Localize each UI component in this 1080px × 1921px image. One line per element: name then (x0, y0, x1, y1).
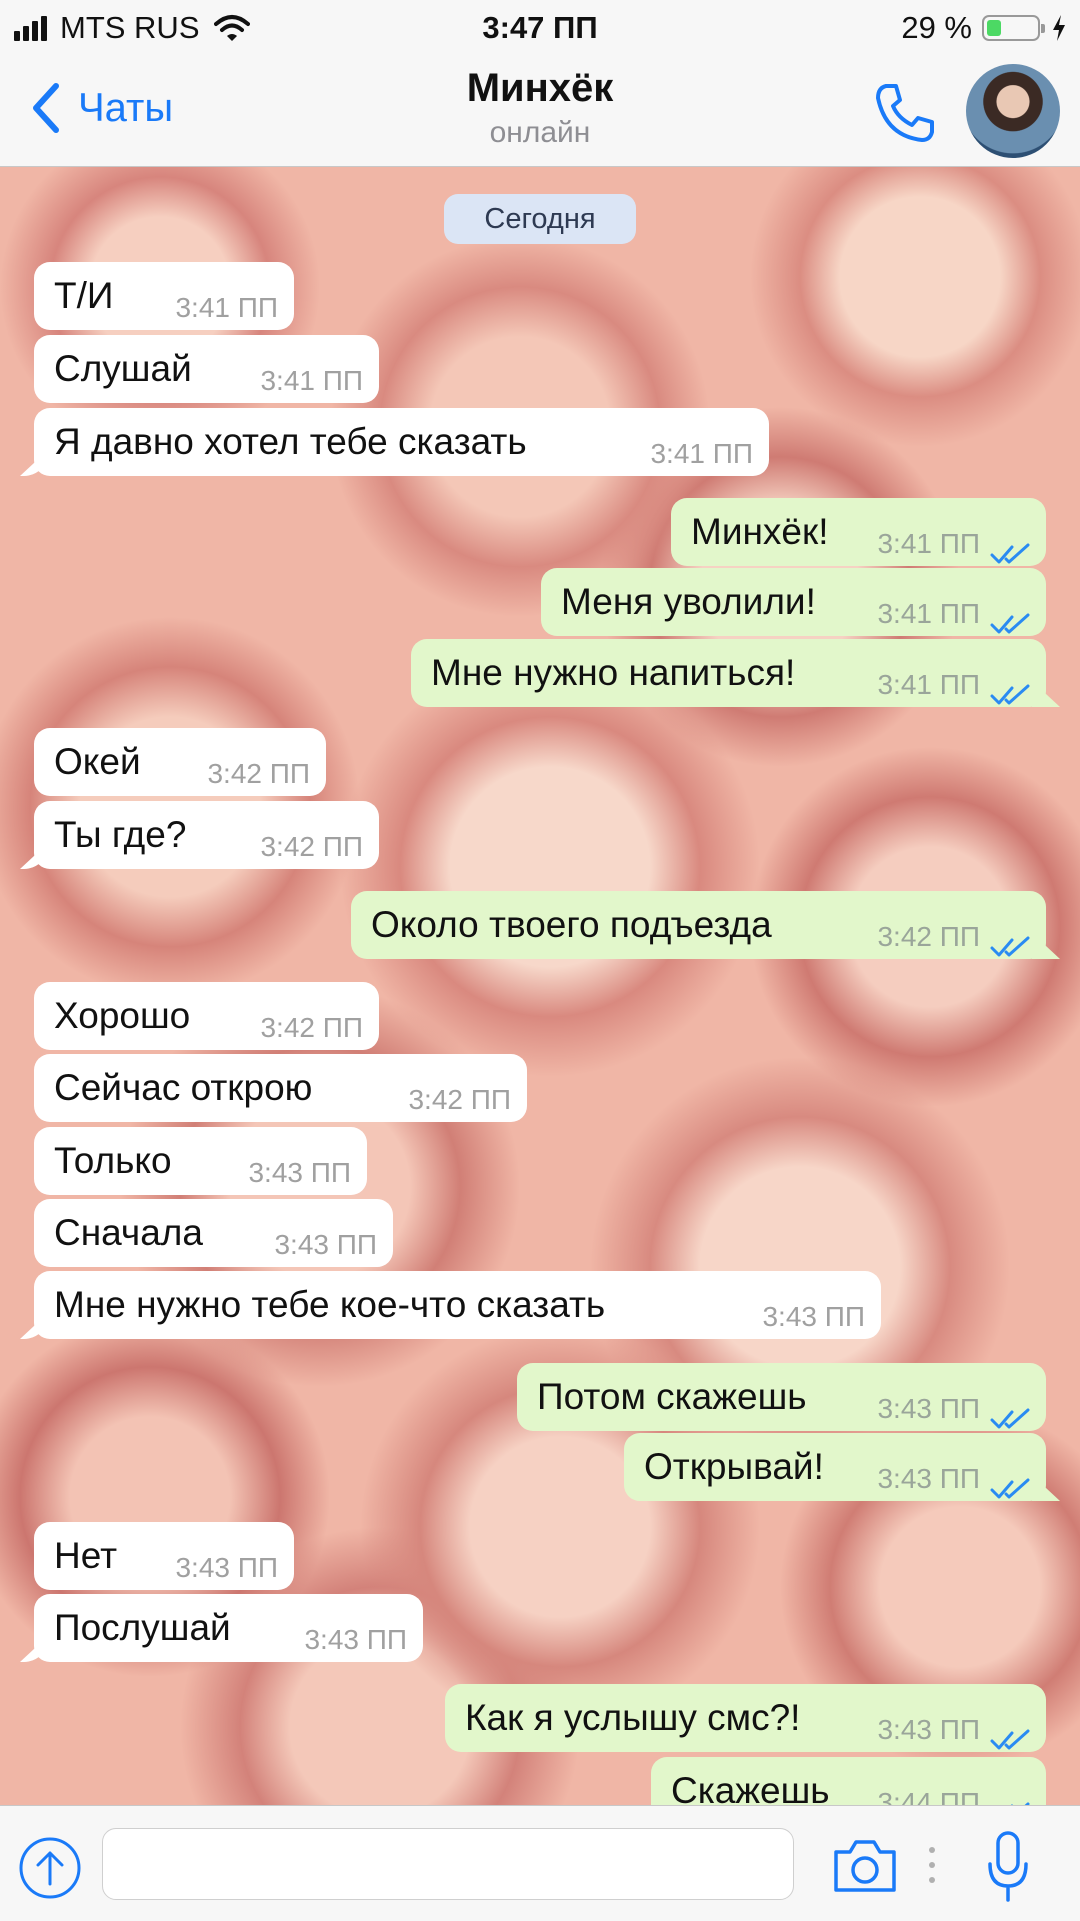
incoming-message[interactable]: Только 3:43 ПП (34, 1127, 367, 1195)
double-check-icon (990, 602, 1030, 634)
message-text: Меня уволили! (561, 581, 816, 622)
message-text: Сейчас открою (54, 1067, 313, 1108)
incoming-message[interactable]: Послушай 3:43 ПП (34, 1594, 423, 1662)
message-text: Минхёк! (691, 511, 829, 552)
message-time: 3:42 ПП (207, 758, 310, 789)
incoming-message[interactable]: Окей 3:42 ПП (34, 728, 326, 796)
double-check-icon (990, 673, 1030, 705)
outgoing-message[interactable]: Меня уволили! 3:41 ПП (541, 568, 1046, 636)
incoming-message[interactable]: Сейчас открою 3:42 ПП (34, 1054, 527, 1122)
message-text: Как я услышу смс?! (465, 1697, 801, 1738)
message-time: 3:41 ПП (650, 438, 753, 469)
message-time: 3:41 ПП (877, 669, 980, 700)
message-time: 3:43 ПП (175, 1552, 278, 1583)
incoming-message[interactable]: Слушай 3:41 ПП (34, 335, 379, 403)
message-time: 3:43 ПП (877, 1463, 980, 1494)
message-time: 3:42 ПП (260, 1012, 363, 1043)
incoming-message[interactable]: Т/И 3:41 ПП (34, 262, 294, 330)
message-time: 3:42 ПП (408, 1084, 511, 1115)
phone-icon[interactable] (872, 80, 938, 146)
message-text: Мне нужно тебе кое-что сказать (54, 1284, 606, 1325)
upload-arrow-icon[interactable] (18, 1836, 82, 1900)
message-text: Нет (54, 1535, 118, 1576)
double-check-icon (990, 1397, 1030, 1429)
avatar[interactable] (966, 64, 1060, 158)
outgoing-message[interactable]: Как я услышу смс?! 3:43 ПП (445, 1684, 1046, 1752)
double-check-icon (990, 1791, 1030, 1805)
message-list[interactable]: Сегодня Т/И 3:41 ПП Слушай 3:41 ПП Я давно х… (0, 167, 1080, 1805)
double-check-icon (990, 1467, 1030, 1499)
message-text: Мне нужно напиться! (431, 652, 796, 693)
message-text: Я давно хотел тебе сказать (54, 421, 527, 462)
message-time: 3:43 ПП (877, 1393, 980, 1424)
status-bar: MTS RUS 3:47 ПП 29 % (0, 0, 1080, 56)
message-time: 3:44 ПП (877, 1787, 980, 1805)
battery-fill (987, 20, 1001, 36)
charging-bolt-icon (1053, 15, 1065, 41)
outgoing-message[interactable]: Открывай! 3:43 ПП (624, 1433, 1046, 1501)
outgoing-message[interactable]: Скажешь 3:44 ПП (651, 1757, 1046, 1805)
message-text: Около твоего подъезда (371, 904, 772, 945)
message-input[interactable] (102, 1828, 794, 1900)
message-time: 3:43 ПП (304, 1624, 407, 1655)
incoming-message[interactable]: Ты где? 3:42 ПП (34, 801, 379, 869)
separator-dots-icon (929, 1847, 935, 1883)
message-text: Сначала (54, 1212, 203, 1253)
message-text: Ты где? (54, 814, 187, 855)
incoming-message[interactable]: Хорошо 3:42 ПП (34, 982, 379, 1050)
outgoing-message[interactable]: Потом скажешь 3:43 ПП (517, 1363, 1046, 1431)
message-time: 3:43 ПП (248, 1157, 351, 1188)
message-text: Открывай! (644, 1446, 824, 1487)
battery-icon (982, 15, 1045, 41)
incoming-message[interactable]: Сначала 3:43 ПП (34, 1199, 393, 1267)
message-text: Слушай (54, 348, 192, 389)
microphone-icon[interactable] (986, 1830, 1030, 1904)
message-text: Окей (54, 741, 141, 782)
message-text: Скажешь (671, 1770, 830, 1805)
date-separator: Сегодня (444, 194, 636, 244)
double-check-icon (990, 1718, 1030, 1750)
message-time: 3:41 ПП (877, 598, 980, 629)
message-text: Послушай (54, 1607, 231, 1648)
outgoing-message[interactable]: Минхёк! 3:41 ПП (671, 498, 1046, 566)
message-time: 3:43 ПП (762, 1301, 865, 1332)
status-bar-right: 29 % (901, 10, 1066, 46)
incoming-message[interactable]: Нет 3:43 ПП (34, 1522, 294, 1590)
battery-percent: 29 % (901, 10, 972, 45)
double-check-icon (990, 925, 1030, 957)
message-time: 3:43 ПП (877, 1714, 980, 1745)
message-time: 3:42 ПП (877, 921, 980, 952)
message-time: 3:41 ПП (175, 292, 278, 323)
incoming-message[interactable]: Мне нужно тебе кое-что сказать 3:43 ПП (34, 1271, 881, 1339)
message-text: Только (54, 1140, 172, 1181)
outgoing-message[interactable]: Мне нужно напиться! 3:41 ПП (411, 639, 1046, 707)
message-time: 3:42 ПП (260, 831, 363, 862)
message-text: Т/И (54, 275, 114, 316)
chat-header: Чаты Минхёк онлайн (0, 56, 1080, 167)
camera-icon[interactable] (830, 1836, 900, 1896)
outgoing-message[interactable]: Около твоего подъезда 3:42 ПП (351, 891, 1046, 959)
message-text: Хорошо (54, 995, 191, 1036)
input-bar (0, 1805, 1080, 1921)
message-time: 3:41 ПП (260, 365, 363, 396)
message-time: 3:43 ПП (274, 1229, 377, 1260)
double-check-icon (990, 532, 1030, 564)
incoming-message[interactable]: Я давно хотел тебе сказать 3:41 ПП (34, 408, 769, 476)
message-text: Потом скажешь (537, 1376, 807, 1417)
message-time: 3:41 ПП (877, 528, 980, 559)
